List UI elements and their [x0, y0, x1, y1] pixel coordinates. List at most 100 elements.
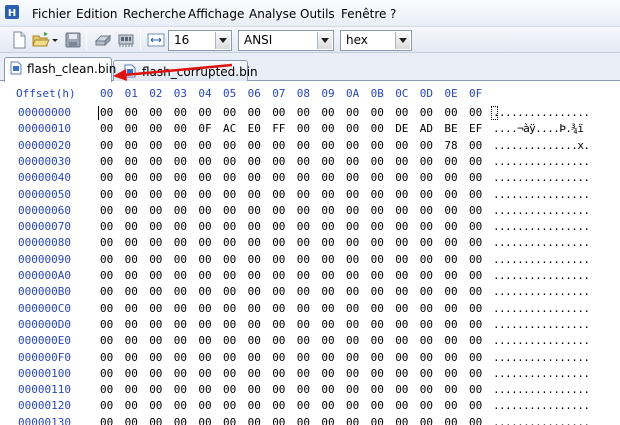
hex-byte[interactable]: 00	[420, 105, 438, 121]
hex-byte[interactable]: 00	[297, 203, 315, 219]
chevron-down-icon[interactable]	[317, 32, 332, 49]
hex-byte[interactable]: 00	[174, 154, 192, 170]
hex-byte[interactable]: 00	[100, 105, 118, 121]
hex-byte[interactable]: 00	[395, 170, 413, 186]
hex-byte[interactable]: 00	[149, 350, 167, 366]
hex-byte[interactable]: 00	[174, 187, 192, 203]
hex-byte[interactable]: 00	[125, 187, 143, 203]
menu-recherche[interactable]: Recherche	[123, 6, 186, 22]
hex-byte[interactable]: 00	[444, 333, 462, 349]
hex-byte[interactable]: 00	[198, 382, 216, 398]
ascii-text[interactable]: ................	[493, 398, 590, 414]
hex-byte[interactable]: 00	[125, 366, 143, 382]
hex-byte[interactable]: 00	[469, 219, 487, 235]
hex-byte[interactable]: 00	[198, 252, 216, 268]
hex-byte[interactable]: 00	[174, 301, 192, 317]
hex-byte[interactable]: 00	[321, 398, 339, 414]
save-disk-icon[interactable]	[63, 30, 83, 50]
hex-byte[interactable]: 00	[395, 333, 413, 349]
hex-byte[interactable]: 00	[395, 138, 413, 154]
hex-byte[interactable]: 00	[371, 235, 389, 251]
hex-byte[interactable]: 00	[346, 301, 364, 317]
hex-byte[interactable]: 00	[395, 366, 413, 382]
hex-byte[interactable]: 00	[125, 203, 143, 219]
hex-byte[interactable]: 00	[444, 382, 462, 398]
hex-byte[interactable]: 00	[420, 187, 438, 203]
hex-byte[interactable]: 00	[469, 203, 487, 219]
hex-byte[interactable]: 00	[248, 203, 266, 219]
hex-byte[interactable]: 00	[149, 187, 167, 203]
hex-byte[interactable]: 00	[346, 252, 364, 268]
hex-byte[interactable]: 00	[223, 138, 241, 154]
hex-byte[interactable]: 00	[371, 105, 389, 121]
hex-byte[interactable]: 00	[100, 235, 118, 251]
hex-byte[interactable]: 00	[223, 382, 241, 398]
hex-byte[interactable]: 00	[395, 350, 413, 366]
hex-byte[interactable]: 00	[125, 252, 143, 268]
hex-byte[interactable]: 00	[420, 252, 438, 268]
hex-byte[interactable]: 00	[223, 268, 241, 284]
hex-byte[interactable]: 00	[248, 398, 266, 414]
hex-byte[interactable]: 00	[100, 187, 118, 203]
hex-editor-view[interactable]: Offset(h) 00 01 02 03 04 05 06 07 08 09 0A 0B 0C 0D 0E…	[0, 81, 620, 425]
hex-byte[interactable]: 00	[223, 350, 241, 366]
hex-byte[interactable]: 00	[125, 154, 143, 170]
hex-byte[interactable]: 00	[223, 252, 241, 268]
hex-byte[interactable]: 00	[395, 284, 413, 300]
hex-byte[interactable]: 00	[198, 415, 216, 425]
hex-byte[interactable]: 00	[100, 333, 118, 349]
hex-byte[interactable]: 00	[174, 252, 192, 268]
hex-byte[interactable]: 00	[346, 317, 364, 333]
hex-byte[interactable]: 00	[272, 317, 290, 333]
offset-base-select[interactable]: hex	[340, 30, 412, 51]
hex-byte[interactable]: 00	[420, 284, 438, 300]
hex-byte[interactable]: 00	[223, 187, 241, 203]
hex-byte[interactable]: 00	[444, 284, 462, 300]
hex-byte[interactable]: 00	[100, 284, 118, 300]
menu-outils[interactable]: Outils	[300, 6, 335, 22]
hex-byte[interactable]: 00	[125, 398, 143, 414]
hex-byte[interactable]: 00	[395, 301, 413, 317]
hex-byte[interactable]: 00	[149, 138, 167, 154]
hex-byte[interactable]: 00	[395, 187, 413, 203]
hex-byte[interactable]: 00	[149, 154, 167, 170]
hex-byte[interactable]: 00	[346, 105, 364, 121]
hex-byte[interactable]: 00	[297, 187, 315, 203]
hex-byte[interactable]: 00	[321, 235, 339, 251]
chevron-down-icon[interactable]	[215, 32, 230, 49]
hex-byte[interactable]: 00	[469, 301, 487, 317]
hex-byte[interactable]: 00	[444, 235, 462, 251]
hex-byte[interactable]: 00	[149, 333, 167, 349]
hex-byte[interactable]: 00	[444, 203, 462, 219]
hex-byte[interactable]: 00	[420, 203, 438, 219]
hex-byte[interactable]: 00	[272, 235, 290, 251]
hex-byte[interactable]: 00	[297, 138, 315, 154]
hex-byte[interactable]: 00	[420, 170, 438, 186]
hex-byte[interactable]: 00	[125, 333, 143, 349]
hex-byte[interactable]: 00	[100, 415, 118, 425]
hex-byte[interactable]: 00	[321, 203, 339, 219]
hex-byte[interactable]: 00	[321, 105, 339, 121]
hex-byte[interactable]: DE	[395, 121, 413, 137]
hex-byte[interactable]: 00	[100, 382, 118, 398]
menu-edition[interactable]: Edition	[76, 6, 118, 22]
hex-byte[interactable]: 00	[248, 350, 266, 366]
hex-byte[interactable]: 00	[371, 154, 389, 170]
hex-byte[interactable]: 78	[444, 138, 462, 154]
app-icon[interactable]: H	[4, 4, 20, 20]
hex-byte[interactable]: 00	[420, 235, 438, 251]
hex-byte[interactable]: 00	[395, 235, 413, 251]
hex-byte[interactable]: 00	[321, 317, 339, 333]
hex-byte[interactable]: 00	[420, 333, 438, 349]
hex-byte[interactable]: 00	[297, 317, 315, 333]
hex-byte[interactable]: 00	[297, 382, 315, 398]
ascii-text[interactable]: ................	[493, 317, 590, 333]
hex-byte[interactable]: 00	[297, 284, 315, 300]
hex-byte[interactable]: 00	[272, 105, 290, 121]
tab-flash-clean[interactable]: flash_clean.bin	[4, 57, 116, 82]
hex-byte[interactable]: 00	[174, 138, 192, 154]
hex-byte[interactable]: 00	[174, 268, 192, 284]
hex-byte[interactable]: 00	[198, 366, 216, 382]
hex-byte[interactable]: 00	[248, 219, 266, 235]
hex-byte[interactable]: 00	[198, 268, 216, 284]
